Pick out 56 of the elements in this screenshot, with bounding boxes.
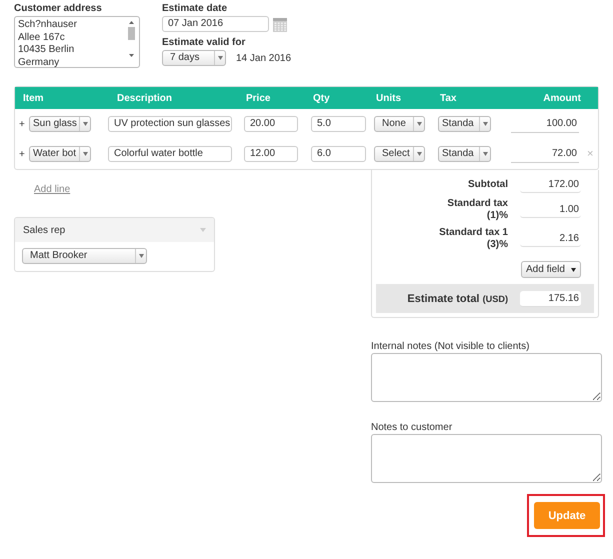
caret-icon[interactable] [200,228,206,232]
column-header: Tax [439,92,458,104]
field-label: Estimate valid for [162,37,246,48]
calendar-icon[interactable] [273,16,287,32]
add-icon[interactable]: + [19,148,25,160]
item-select[interactable]: Sun glass [29,116,91,132]
add-line-link[interactable]: Add line [34,184,70,195]
caret-icon [82,152,88,156]
price-field[interactable]: 12.00 [244,146,298,162]
internal-notes-field[interactable] [371,353,602,402]
total-value: 172.00 [520,177,581,193]
units-select[interactable]: None [374,116,425,132]
date-field[interactable]: 07 Jan 2016 [162,16,269,32]
column-header: Units [375,92,402,104]
address-field[interactable]: Sch?nhauser Allee 167c 10435 Berlin Germany [14,16,140,68]
sales-rep-select[interactable]: Matt Brooker [22,248,147,264]
caret-icon [82,122,88,126]
units-select[interactable]: Select [374,146,425,162]
caret-icon [218,56,222,60]
tax-select[interactable]: Standa [438,116,491,132]
field-label: Estimate date [162,3,228,14]
caret-icon [138,254,144,258]
amount-field[interactable]: 100.00 [511,116,579,132]
add-field-button[interactable]: Add field [521,261,581,278]
caret-icon [416,122,422,126]
field-label: Internal notes (Not visible to clients) [371,341,530,352]
price-field[interactable]: 20.00 [244,116,298,132]
total-value: 175.16 [520,290,581,306]
column-header: Qty [312,92,331,104]
column-header: Price [245,92,272,104]
amount-field[interactable]: 72.00 [511,146,579,162]
caret-icon [571,268,576,272]
total-label: Subtotal [467,179,508,191]
quantity-field[interactable]: 6.0 [311,146,366,162]
panel-title: Sales rep [23,224,66,236]
caret-icon [482,122,488,126]
scrollbar-icon[interactable] [127,19,136,59]
total-label: Estimate total (USD) [407,292,508,304]
description-field[interactable]: Colorful water bottle [108,146,232,162]
add-icon[interactable]: + [19,118,25,130]
description-field[interactable]: UV protection sun glasses [108,116,232,132]
column-header: Description [116,92,174,104]
caret-icon [482,152,488,156]
item-select[interactable]: Water bot [29,146,91,162]
tax-select[interactable]: Standa [438,146,491,162]
column-header: Amount [542,92,581,104]
total-label: Standard tax (1)% [446,198,508,222]
caret-icon [416,152,422,156]
validity-select[interactable]: 7 days [162,50,226,66]
field-label: Customer address [14,3,103,14]
quantity-field[interactable]: 5.0 [311,116,366,132]
field-label: Notes to customer [371,422,454,433]
valid-until-text: 14 Jan 2016 [236,52,292,64]
total-label: Standard tax 1 (3)% [438,226,508,250]
column-header: Item [22,92,45,104]
customer-notes-field[interactable] [371,434,602,483]
